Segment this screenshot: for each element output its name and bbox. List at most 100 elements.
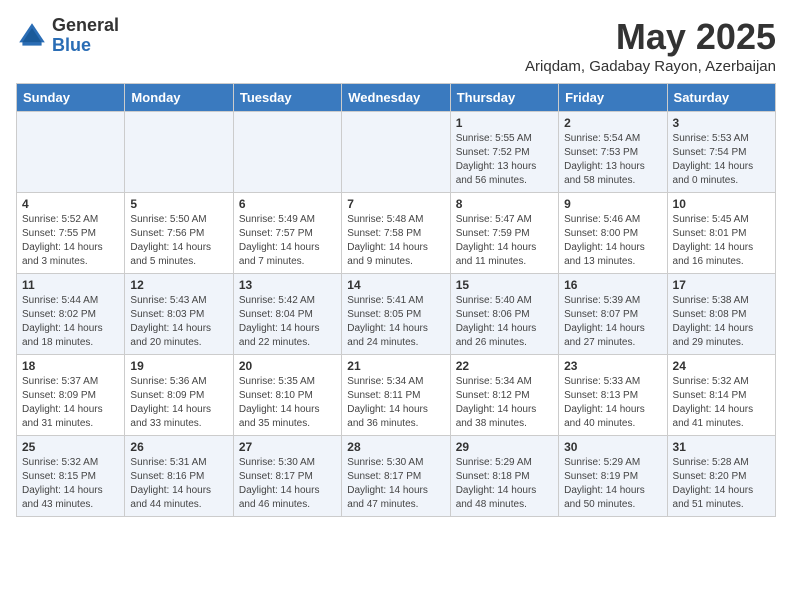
day-info: Sunrise: 5:30 AM Sunset: 8:17 PM Dayligh… — [347, 456, 444, 512]
page-header: General Blue May 2025 Ariqdam, Gadabay R… — [16, 16, 776, 75]
day-number: 2 — [564, 116, 661, 130]
calendar-cell: 19 Sunrise: 5:36 AM Sunset: 8:09 PM Dayli… — [125, 355, 233, 436]
calendar-body: 1 Sunrise: 5:55 AM Sunset: 7:52 PM Daylig… — [17, 112, 776, 517]
day-number: 18 — [22, 359, 119, 373]
logo-text: General Blue — [52, 16, 119, 56]
day-number: 6 — [239, 197, 336, 211]
calendar-cell: 8 Sunrise: 5:47 AM Sunset: 7:59 PM Daylig… — [450, 193, 558, 274]
day-info: Sunrise: 5:32 AM Sunset: 8:15 PM Dayligh… — [22, 456, 119, 512]
day-number: 14 — [347, 278, 444, 292]
day-info: Sunrise: 5:45 AM Sunset: 8:01 PM Dayligh… — [673, 213, 770, 269]
day-info: Sunrise: 5:37 AM Sunset: 8:09 PM Dayligh… — [22, 375, 119, 431]
calendar-cell: 9 Sunrise: 5:46 AM Sunset: 8:00 PM Daylig… — [559, 193, 667, 274]
day-info: Sunrise: 5:29 AM Sunset: 8:18 PM Dayligh… — [456, 456, 553, 512]
day-number: 10 — [673, 197, 770, 211]
day-number: 30 — [564, 440, 661, 454]
logo-general: General — [52, 16, 119, 36]
day-info: Sunrise: 5:48 AM Sunset: 7:58 PM Dayligh… — [347, 213, 444, 269]
calendar-cell — [233, 112, 341, 193]
day-number: 23 — [564, 359, 661, 373]
calendar-cell: 4 Sunrise: 5:52 AM Sunset: 7:55 PM Daylig… — [17, 193, 125, 274]
day-number: 19 — [130, 359, 227, 373]
calendar-cell — [125, 112, 233, 193]
day-number: 25 — [22, 440, 119, 454]
calendar-cell: 27Sunrise: 5:30 AM Sunset: 8:17 PM Dayli… — [233, 436, 341, 517]
calendar-cell: 5Sunrise: 5:50 AM Sunset: 7:56 PM Daylig… — [125, 193, 233, 274]
day-number: 11 — [22, 278, 119, 292]
calendar-cell: 14Sunrise: 5:41 AM Sunset: 8:05 PM Dayli… — [342, 274, 450, 355]
month-year-title: May 2025 — [525, 16, 776, 58]
calendar-cell: 15 Sunrise: 5:40 AM Sunset: 8:06 PM Dayli… — [450, 274, 558, 355]
logo: General Blue — [16, 16, 119, 56]
calendar-cell: 29 Sunrise: 5:29 AM Sunset: 8:18 PM Dayli… — [450, 436, 558, 517]
day-number: 26 — [130, 440, 227, 454]
calendar-cell: 17 Sunrise: 5:38 AM Sunset: 8:08 PM Dayli… — [667, 274, 775, 355]
day-info: Sunrise: 5:40 AM Sunset: 8:06 PM Dayligh… — [456, 294, 553, 350]
day-number: 17 — [673, 278, 770, 292]
calendar-week-5: 25 Sunrise: 5:32 AM Sunset: 8:15 PM Dayli… — [17, 436, 776, 517]
day-info: Sunrise: 5:54 AM Sunset: 7:53 PM Dayligh… — [564, 132, 661, 188]
calendar-cell: 30 Sunrise: 5:29 AM Sunset: 8:19 PM Dayli… — [559, 436, 667, 517]
calendar-cell: 2 Sunrise: 5:54 AM Sunset: 7:53 PM Daylig… — [559, 112, 667, 193]
header-day-wednesday: Wednesday — [342, 84, 450, 112]
day-number: 1 — [456, 116, 553, 130]
calendar-table: SundayMondayTuesdayWednesdayThursdayFrid… — [16, 83, 776, 517]
day-number: 8 — [456, 197, 553, 211]
title-block: May 2025 Ariqdam, Gadabay Rayon, Azerbai… — [525, 16, 776, 75]
day-info: Sunrise: 5:53 AM Sunset: 7:54 PM Dayligh… — [673, 132, 770, 188]
calendar-cell: 24Sunrise: 5:32 AM Sunset: 8:14 PM Dayli… — [667, 355, 775, 436]
day-info: Sunrise: 5:44 AM Sunset: 8:02 PM Dayligh… — [22, 294, 119, 350]
calendar-header: SundayMondayTuesdayWednesdayThursdayFrid… — [17, 84, 776, 112]
day-number: 31 — [673, 440, 770, 454]
day-info: Sunrise: 5:29 AM Sunset: 8:19 PM Dayligh… — [564, 456, 661, 512]
day-number: 7 — [347, 197, 444, 211]
day-number: 12 — [130, 278, 227, 292]
day-info: Sunrise: 5:50 AM Sunset: 7:56 PM Dayligh… — [130, 213, 227, 269]
calendar-cell: 26 Sunrise: 5:31 AM Sunset: 8:16 PM Dayli… — [125, 436, 233, 517]
header-day-thursday: Thursday — [450, 84, 558, 112]
day-number: 16 — [564, 278, 661, 292]
day-info: Sunrise: 5:39 AM Sunset: 8:07 PM Dayligh… — [564, 294, 661, 350]
header-day-saturday: Saturday — [667, 84, 775, 112]
day-number: 15 — [456, 278, 553, 292]
calendar-week-3: 11 Sunrise: 5:44 AM Sunset: 8:02 PM Dayli… — [17, 274, 776, 355]
day-info: Sunrise: 5:52 AM Sunset: 7:55 PM Dayligh… — [22, 213, 119, 269]
calendar-cell: 25 Sunrise: 5:32 AM Sunset: 8:15 PM Dayli… — [17, 436, 125, 517]
calendar-cell: 21Sunrise: 5:34 AM Sunset: 8:11 PM Dayli… — [342, 355, 450, 436]
day-info: Sunrise: 5:28 AM Sunset: 8:20 PM Dayligh… — [673, 456, 770, 512]
location-title: Ariqdam, Gadabay Rayon, Azerbaijan — [525, 58, 776, 75]
day-info: Sunrise: 5:47 AM Sunset: 7:59 PM Dayligh… — [456, 213, 553, 269]
calendar-cell: 22Sunrise: 5:34 AM Sunset: 8:12 PM Dayli… — [450, 355, 558, 436]
header-day-tuesday: Tuesday — [233, 84, 341, 112]
day-info: Sunrise: 5:35 AM Sunset: 8:10 PM Dayligh… — [239, 375, 336, 431]
calendar-cell — [342, 112, 450, 193]
day-number: 9 — [564, 197, 661, 211]
logo-icon — [16, 20, 48, 52]
calendar-cell: 6 Sunrise: 5:49 AM Sunset: 7:57 PM Daylig… — [233, 193, 341, 274]
day-info: Sunrise: 5:55 AM Sunset: 7:52 PM Dayligh… — [456, 132, 553, 188]
calendar-cell — [17, 112, 125, 193]
day-number: 24 — [673, 359, 770, 373]
calendar-cell: 12Sunrise: 5:43 AM Sunset: 8:03 PM Dayli… — [125, 274, 233, 355]
day-info: Sunrise: 5:38 AM Sunset: 8:08 PM Dayligh… — [673, 294, 770, 350]
day-number: 27 — [239, 440, 336, 454]
day-info: Sunrise: 5:42 AM Sunset: 8:04 PM Dayligh… — [239, 294, 336, 350]
day-info: Sunrise: 5:33 AM Sunset: 8:13 PM Dayligh… — [564, 375, 661, 431]
calendar-cell: 28 Sunrise: 5:30 AM Sunset: 8:17 PM Dayli… — [342, 436, 450, 517]
day-number: 28 — [347, 440, 444, 454]
calendar-cell: 16 Sunrise: 5:39 AM Sunset: 8:07 PM Dayli… — [559, 274, 667, 355]
calendar-cell: 10 Sunrise: 5:45 AM Sunset: 8:01 PM Dayli… — [667, 193, 775, 274]
calendar-cell: 31 Sunrise: 5:28 AM Sunset: 8:20 PM Dayli… — [667, 436, 775, 517]
calendar-cell: 1 Sunrise: 5:55 AM Sunset: 7:52 PM Daylig… — [450, 112, 558, 193]
day-number: 4 — [22, 197, 119, 211]
calendar-week-2: 4 Sunrise: 5:52 AM Sunset: 7:55 PM Daylig… — [17, 193, 776, 274]
day-info: Sunrise: 5:31 AM Sunset: 8:16 PM Dayligh… — [130, 456, 227, 512]
day-number: 29 — [456, 440, 553, 454]
calendar-cell: 23 Sunrise: 5:33 AM Sunset: 8:13 PM Dayli… — [559, 355, 667, 436]
day-info: Sunrise: 5:36 AM Sunset: 8:09 PM Dayligh… — [130, 375, 227, 431]
calendar-cell: 11 Sunrise: 5:44 AM Sunset: 8:02 PM Dayli… — [17, 274, 125, 355]
calendar-cell: 20Sunrise: 5:35 AM Sunset: 8:10 PM Dayli… — [233, 355, 341, 436]
day-info: Sunrise: 5:49 AM Sunset: 7:57 PM Dayligh… — [239, 213, 336, 269]
day-info: Sunrise: 5:46 AM Sunset: 8:00 PM Dayligh… — [564, 213, 661, 269]
day-number: 3 — [673, 116, 770, 130]
